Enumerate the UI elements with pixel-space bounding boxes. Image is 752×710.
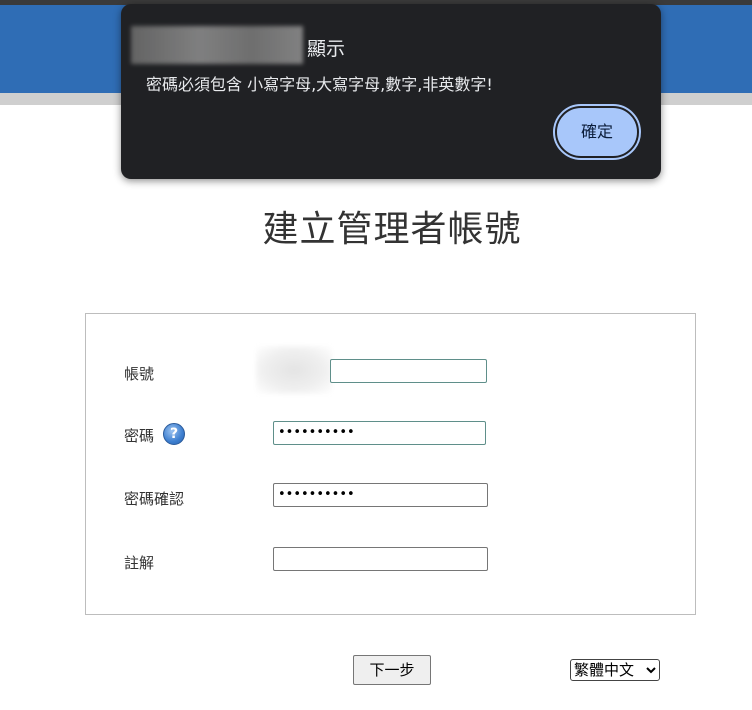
confirm-password-label: 密碼確認 [124, 490, 185, 508]
blurred-account-prefix [256, 346, 332, 394]
blurred-site-origin [131, 26, 303, 64]
dialog-ok-button[interactable]: 確定 [553, 104, 641, 160]
next-button[interactable]: 下一步 [353, 655, 431, 685]
account-label: 帳號 [124, 365, 155, 383]
dialog-title: 顯示 [307, 38, 346, 60]
note-label: 註解 [124, 554, 155, 572]
help-icon[interactable]: ? [163, 423, 185, 445]
account-input[interactable] [330, 359, 487, 383]
admin-account-form: 帳號 密碼 ? •••••••••• 密碼確認 •••••••••• 註解 [85, 313, 696, 615]
language-select-value: 繁體中文 [574, 661, 635, 679]
password-input[interactable]: •••••••••• [273, 421, 486, 445]
confirm-password-input[interactable]: •••••••••• [273, 483, 488, 507]
password-label: 密碼 [124, 427, 155, 445]
language-select[interactable]: 繁體中文 [570, 659, 660, 681]
alert-dialog: 顯示 密碼必須包含 小寫字母,大寫字母,數字,非英數字! 確定 [121, 4, 661, 179]
chevron-down-icon [646, 660, 656, 687]
page-title: 建立管理者帳號 [262, 209, 522, 250]
note-input[interactable] [273, 547, 488, 571]
dialog-message: 密碼必須包含 小寫字母,大寫字母,數字,非英數字! [146, 75, 493, 94]
